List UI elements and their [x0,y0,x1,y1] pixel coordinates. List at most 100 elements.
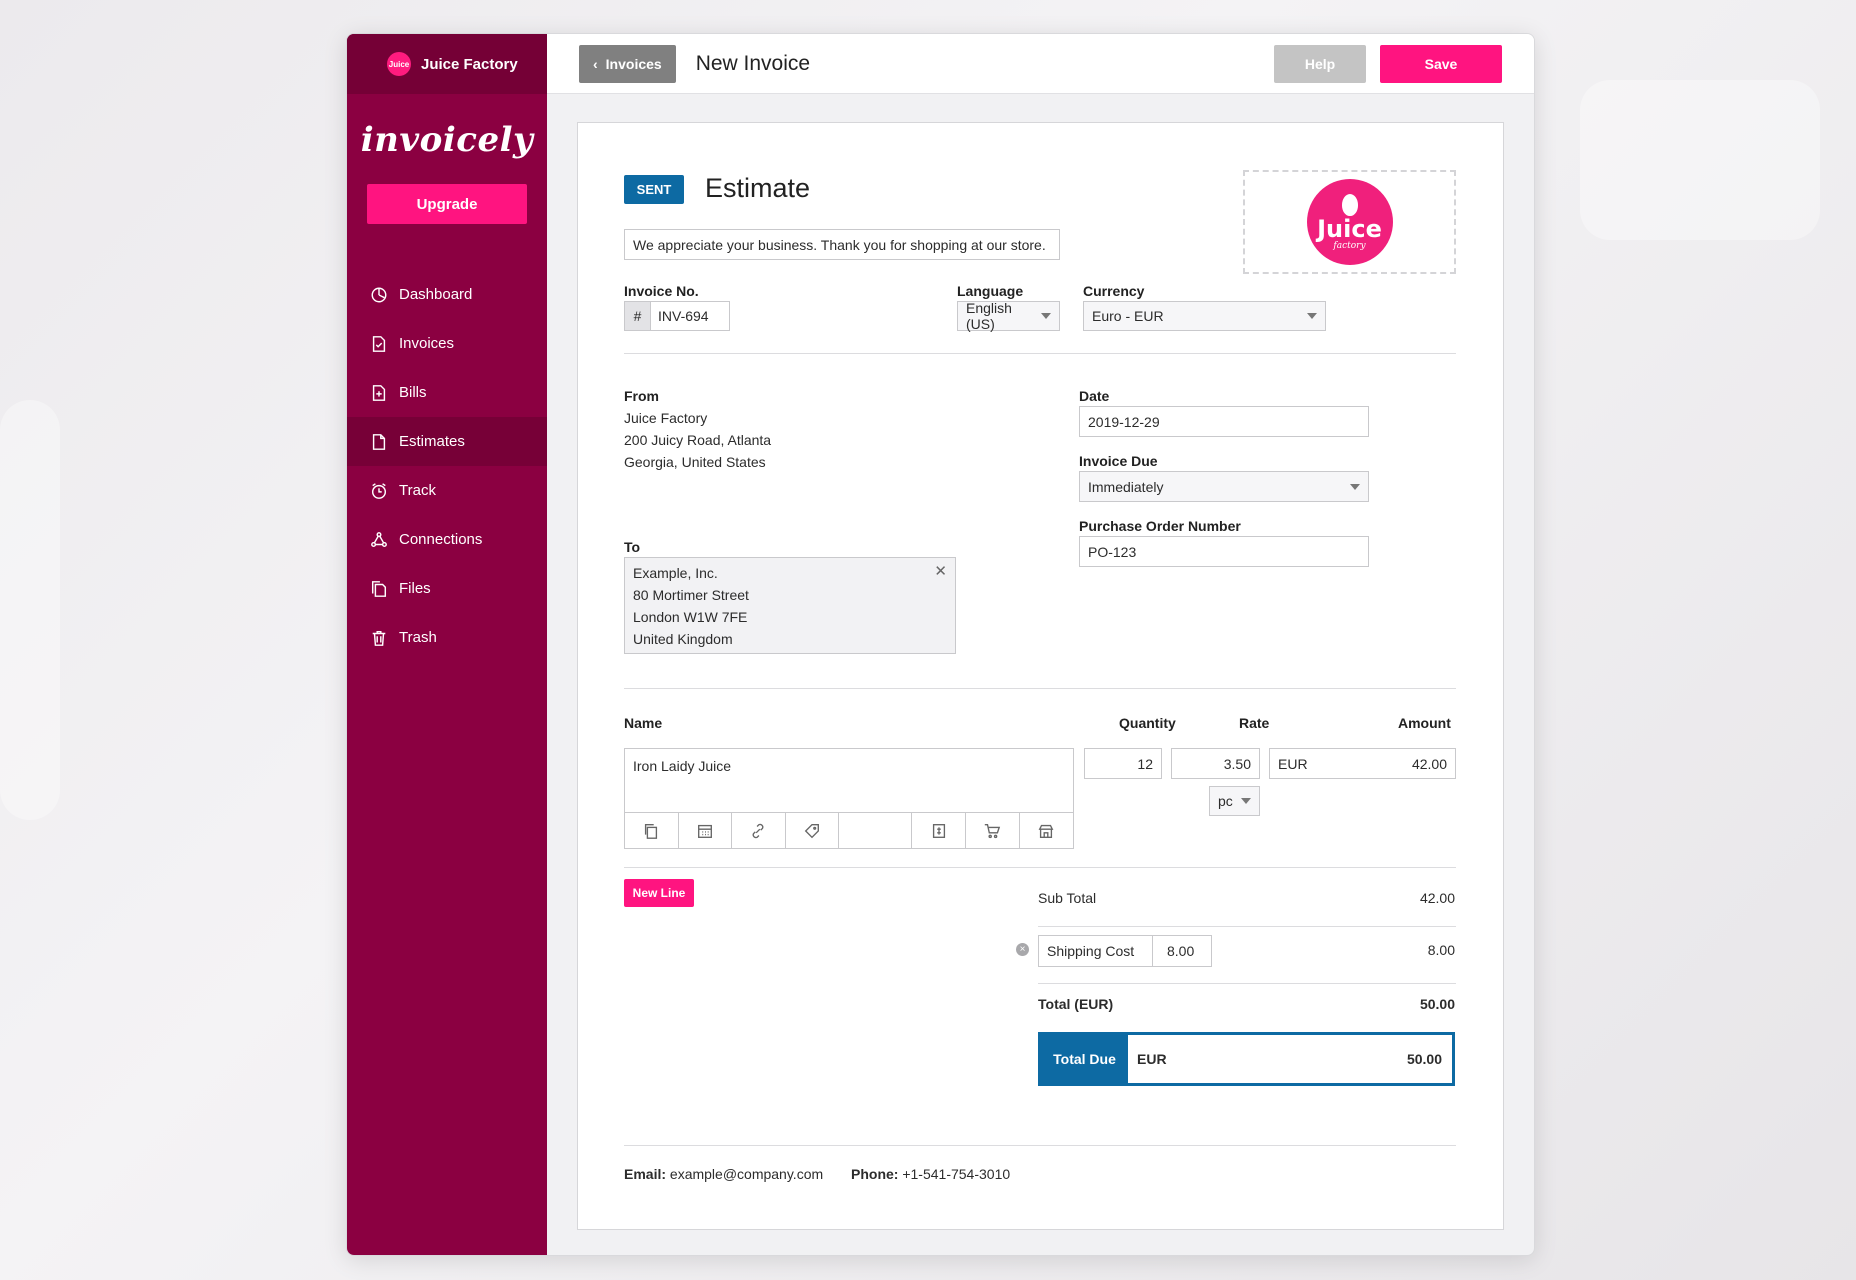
message-input[interactable]: We appreciate your business. Thank you f… [624,229,1060,260]
to-address[interactable]: ✕ Example, Inc. 80 Mortimer Street Londo… [624,557,956,654]
from-address[interactable]: Juice Factory 200 Juicy Road, Atlanta Ge… [624,407,771,473]
bills-icon [369,383,389,403]
currency-select[interactable]: Euro - EUR [1083,301,1326,331]
app-window: Juice Juice Factory invoicely Upgrade Da… [346,33,1535,1256]
link-icon[interactable] [732,813,786,848]
help-button[interactable]: Help [1274,45,1366,83]
quantity-input[interactable]: 12 [1084,748,1162,779]
document-title[interactable]: Estimate [705,173,810,204]
sidebar-nav: Dashboard Invoices Bills Estimates Track… [347,270,547,662]
store-icon[interactable] [1020,813,1074,848]
company-logo-upload[interactable]: Juice factory [1243,170,1456,274]
calendar-icon[interactable] [679,813,733,848]
files-icon [369,579,389,599]
invoice-no-label: Invoice No. [624,283,699,299]
date-label: Date [1079,388,1110,404]
divider [624,1145,1456,1146]
new-line-button[interactable]: New Line [624,879,694,907]
date-field[interactable]: 2019-12-29 [1079,406,1369,437]
amount-header: Amount [1398,715,1451,731]
company-logo: Juice [387,52,411,76]
page-title: New Invoice [695,51,811,75]
sidebar-item-files[interactable]: Files [347,564,547,613]
invoice-document: SENT Estimate Juice factory We appreciat… [577,122,1504,1230]
dashboard-icon [369,285,389,305]
invoice-no-field[interactable]: # INV-694 [624,301,730,331]
quantity-header: Quantity [1119,715,1176,731]
subtotal-value: 42.00 [1419,890,1455,906]
copy-icon[interactable] [625,813,679,848]
total-due-box: Total Due EUR 50.00 [1038,1032,1455,1086]
sidebar-item-dashboard[interactable]: Dashboard [347,270,547,319]
background-shape [1580,80,1820,240]
tax-icon[interactable] [912,813,966,848]
to-label: To [624,539,641,555]
shipping-cost-label: Shipping Cost [1039,936,1153,966]
sidebar-item-trash[interactable]: Trash [347,613,547,662]
total-due-currency: EUR [1137,1051,1167,1067]
invoice-due-select[interactable]: Immediately [1079,471,1369,502]
remove-shipping-icon[interactable]: × [1016,943,1029,956]
footer-phone[interactable]: Phone: +1-541-754-3010 [851,1163,1010,1185]
total-due-label: Total Due [1041,1035,1128,1083]
juice-factory-logo: Juice factory [1306,179,1393,265]
total-label: Total (EUR) [1038,996,1114,1012]
language-select[interactable]: English (US) [957,300,1060,332]
sidebar-item-label: Track [399,482,436,499]
divider [1038,926,1456,927]
cart-icon[interactable] [966,813,1020,848]
sidebar-item-connections[interactable]: Connections [347,515,547,564]
item-name-input[interactable]: Iron Laidy Juice [625,749,1073,813]
chevron-left-icon: ‹ [593,55,598,72]
tag-icon[interactable] [786,813,840,848]
background-shape [0,400,60,820]
total-value: 50.00 [1419,996,1455,1012]
back-to-invoices-button[interactable]: ‹ Invoices [579,44,676,83]
divider [624,867,1456,868]
unit-select[interactable]: pc [1209,786,1260,816]
chevron-down-icon [1350,483,1360,490]
save-button[interactable]: Save [1380,45,1502,83]
amount-field[interactable]: EUR 42.00 [1269,748,1456,779]
shipping-cost-input[interactable]: 8.00 [1153,943,1194,959]
invoice-due-value: Immediately [1088,478,1164,495]
status-badge: SENT [624,175,684,204]
item-toolbar [625,813,1073,848]
connections-icon [369,530,389,550]
sidebar-item-bills[interactable]: Bills [347,368,547,417]
divider [624,353,1456,354]
upgrade-button[interactable]: Upgrade [367,184,527,224]
sidebar-item-label: Invoices [399,335,455,352]
close-icon[interactable]: ✕ [934,562,947,580]
main-content: ‹ Invoices New Invoice Help Save SENT Es… [547,34,1534,1255]
subtotal-label: Sub Total [1038,890,1097,906]
company-switcher[interactable]: Juice Juice Factory [347,34,547,94]
currency-label: Currency [1083,283,1145,299]
pear-icon [1341,193,1358,216]
invoice-due-label: Invoice Due [1079,453,1158,469]
shipping-value: 8.00 [1427,942,1455,958]
language-label: Language [957,283,1024,299]
amount-value: 42.00 [1411,755,1447,772]
po-field[interactable]: PO-123 [1079,536,1369,567]
hash-prefix: # [625,302,651,330]
sidebar-item-track[interactable]: Track [347,466,547,515]
sidebar-item-label: Estimates [399,433,465,450]
rate-input[interactable]: 3.50 [1171,748,1260,779]
po-label: Purchase Order Number [1079,518,1241,534]
chevron-down-icon [1041,313,1051,319]
footer-email[interactable]: Email: example@company.com [624,1163,823,1185]
shipping-cost-field[interactable]: Shipping Cost 8.00 [1038,935,1212,967]
sidebar-item-invoices[interactable]: Invoices [347,319,547,368]
chevron-down-icon [1307,313,1317,319]
amount-currency: EUR [1278,755,1308,772]
language-value: English (US) [966,300,1012,332]
total-due-value: 50.00 [1406,1051,1442,1067]
clock-icon [369,481,389,501]
estimates-icon [369,432,389,452]
unit-value: pc [1218,793,1233,809]
sidebar-item-estimates[interactable]: Estimates [347,417,547,466]
sidebar: Juice Juice Factory invoicely Upgrade Da… [347,34,547,1255]
divider [1038,983,1456,984]
brand-logo[interactable]: invoicely [347,120,547,160]
